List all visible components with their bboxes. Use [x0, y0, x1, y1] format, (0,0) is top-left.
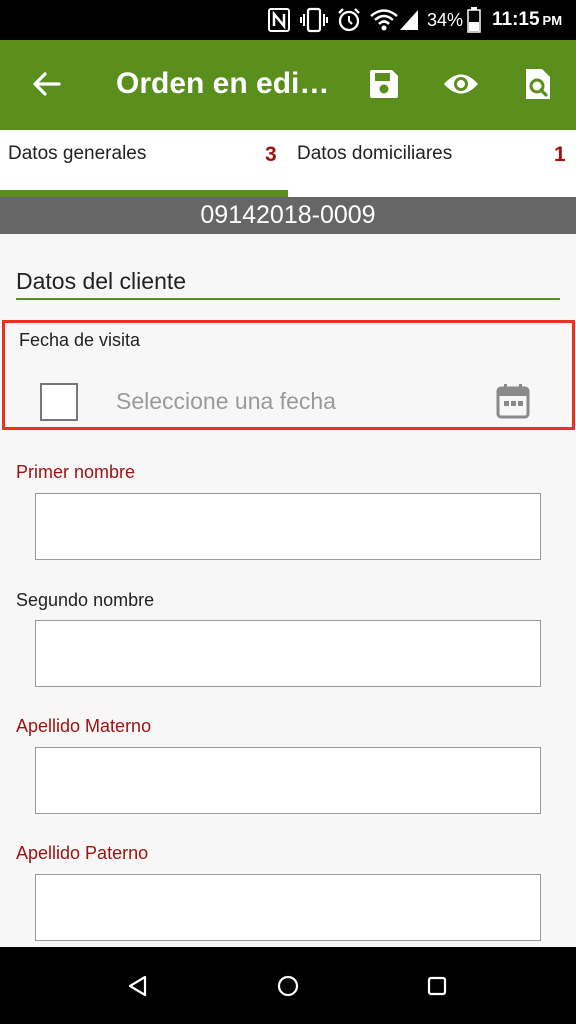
circle-home-icon	[277, 975, 299, 997]
first-name-label: Primer nombre	[16, 462, 136, 482]
back-button[interactable]	[26, 64, 66, 104]
tab-count-badge: 1	[554, 143, 566, 166]
clock-ampm: PM	[542, 12, 563, 28]
calendar-icon	[496, 384, 530, 419]
clock-time: 11:15	[492, 9, 540, 30]
tab-count-badge: 3	[265, 143, 277, 166]
search-document-button[interactable]	[518, 64, 558, 104]
square-recents-icon	[427, 976, 447, 996]
section-title: Datos del cliente	[16, 268, 187, 294]
order-number-banner: 09142018-0009	[0, 197, 576, 234]
eye-icon	[444, 74, 478, 94]
battery-icon	[467, 0, 481, 40]
second-name-label: Segundo nombre	[16, 590, 155, 610]
nav-recents-button[interactable]	[416, 965, 458, 1007]
visit-date-field: Fecha de visita Seleccione una fecha	[2, 320, 575, 430]
battery-percent: 34%	[427, 9, 464, 30]
triangle-back-icon	[128, 975, 147, 997]
visit-date-picker-text[interactable]: Seleccione una fecha	[116, 388, 336, 415]
document-search-icon	[526, 69, 550, 99]
tab-datos-generales[interactable]: Datos generales 3	[0, 130, 288, 197]
tab-label: Datos domiciliares	[297, 143, 453, 164]
wifi-icon	[370, 0, 398, 40]
alarm-icon	[336, 0, 362, 40]
tab-datos-domiciliares[interactable]: Datos domiciliares 1	[288, 130, 576, 197]
signal-icon	[398, 0, 420, 40]
nav-back-button[interactable]	[117, 965, 159, 1007]
visit-date-label: Fecha de visita	[19, 330, 141, 350]
visit-date-checkbox[interactable]	[40, 383, 78, 421]
clock: 11:15 PM	[492, 0, 562, 40]
vibrate-icon	[300, 0, 328, 40]
maternal-surname-label: Apellido Materno	[16, 716, 152, 736]
arrow-left-icon	[33, 72, 61, 96]
save-icon	[370, 70, 398, 98]
tab-selected-indicator	[0, 190, 288, 197]
page-title: Orden en edi…	[116, 67, 330, 100]
paternal-surname-label: Apellido Paterno	[16, 843, 149, 863]
status-bar: 34% 11:15 PM	[0, 0, 576, 40]
paternal-surname-input[interactable]	[35, 874, 541, 941]
nav-home-button[interactable]	[267, 965, 309, 1007]
tab-bar: Datos generales 3 Datos domiciliares 1	[0, 130, 576, 197]
navigation-bar	[0, 947, 576, 1024]
first-name-input[interactable]	[35, 493, 541, 560]
view-button[interactable]	[441, 64, 481, 104]
nfc-icon	[268, 0, 290, 40]
second-name-input[interactable]	[35, 620, 541, 687]
calendar-button[interactable]	[496, 383, 532, 419]
save-button[interactable]	[364, 64, 404, 104]
maternal-surname-input[interactable]	[35, 747, 541, 814]
section-divider	[16, 298, 560, 300]
tab-label: Datos generales	[8, 143, 147, 164]
app-bar: Orden en edi…	[0, 40, 576, 130]
